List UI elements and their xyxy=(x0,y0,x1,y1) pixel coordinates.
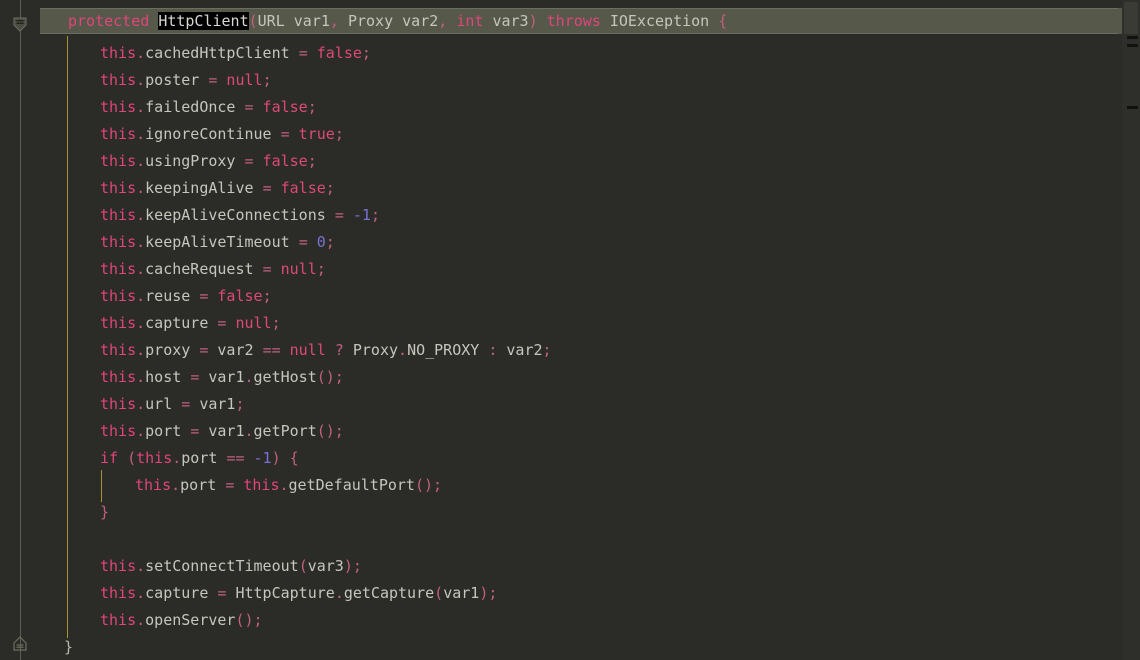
code-line-7[interactable]: this.keepingAlive = false; xyxy=(100,175,335,202)
code-line-14[interactable]: this.host = var1.getHost(); xyxy=(100,364,344,391)
code-editor-window: protected HttpClient(URL var1, Proxy var… xyxy=(0,0,1140,660)
token-keyword: protected xyxy=(68,12,150,30)
error-marker[interactable] xyxy=(1127,44,1138,47)
code-line-2[interactable]: this.cachedHttpClient = false; xyxy=(100,40,371,67)
error-marker[interactable] xyxy=(1127,36,1138,39)
code-line-3[interactable]: this.poster = null; xyxy=(100,67,272,94)
code-line-1[interactable]: protected HttpClient(URL var1, Proxy var… xyxy=(68,8,727,35)
scrollbar-thumb[interactable] xyxy=(1124,2,1138,34)
code-line-21[interactable]: this.setConnectTimeout(var3); xyxy=(100,553,362,580)
gutter-separator xyxy=(20,0,21,660)
code-line-24[interactable]: } xyxy=(64,634,73,660)
vertical-scrollbar[interactable] xyxy=(1122,0,1140,660)
code-content[interactable]: protected HttpClient(URL var1, Proxy var… xyxy=(0,0,1140,660)
code-line-13[interactable]: this.proxy = var2 == null ? Proxy.NO_PRO… xyxy=(100,337,552,364)
code-line-8[interactable]: this.keepAliveConnections = -1; xyxy=(100,202,380,229)
code-line-6[interactable]: this.usingProxy = false; xyxy=(100,148,317,175)
selected-text[interactable]: HttpClient xyxy=(158,12,249,30)
code-line-17[interactable]: if (this.port == -1) { xyxy=(100,445,299,472)
fold-end-marker-icon[interactable] xyxy=(12,636,28,652)
code-line-11[interactable]: this.reuse = false; xyxy=(100,283,272,310)
code-line-23[interactable]: this.openServer(); xyxy=(100,607,263,634)
code-line-15[interactable]: this.url = var1; xyxy=(100,391,245,418)
code-line-20[interactable] xyxy=(100,526,109,553)
code-line-5[interactable]: this.ignoreContinue = true; xyxy=(100,121,344,148)
code-line-19[interactable]: } xyxy=(100,499,109,526)
code-line-12[interactable]: this.capture = null; xyxy=(100,310,281,337)
code-line-9[interactable]: this.keepAliveTimeout = 0; xyxy=(100,229,335,256)
code-line-4[interactable]: this.failedOnce = false; xyxy=(100,94,317,121)
code-line-16[interactable]: this.port = var1.getPort(); xyxy=(100,418,344,445)
code-line-22[interactable]: this.capture = HttpCapture.getCapture(va… xyxy=(100,580,497,607)
code-line-10[interactable]: this.cacheRequest = null; xyxy=(100,256,326,283)
editor-gutter[interactable] xyxy=(0,0,40,660)
warning-marker[interactable] xyxy=(1127,106,1138,109)
code-line-18[interactable]: this.port = this.getDefaultPort(); xyxy=(135,472,442,499)
fold-collapse-marker-icon[interactable] xyxy=(12,16,28,32)
